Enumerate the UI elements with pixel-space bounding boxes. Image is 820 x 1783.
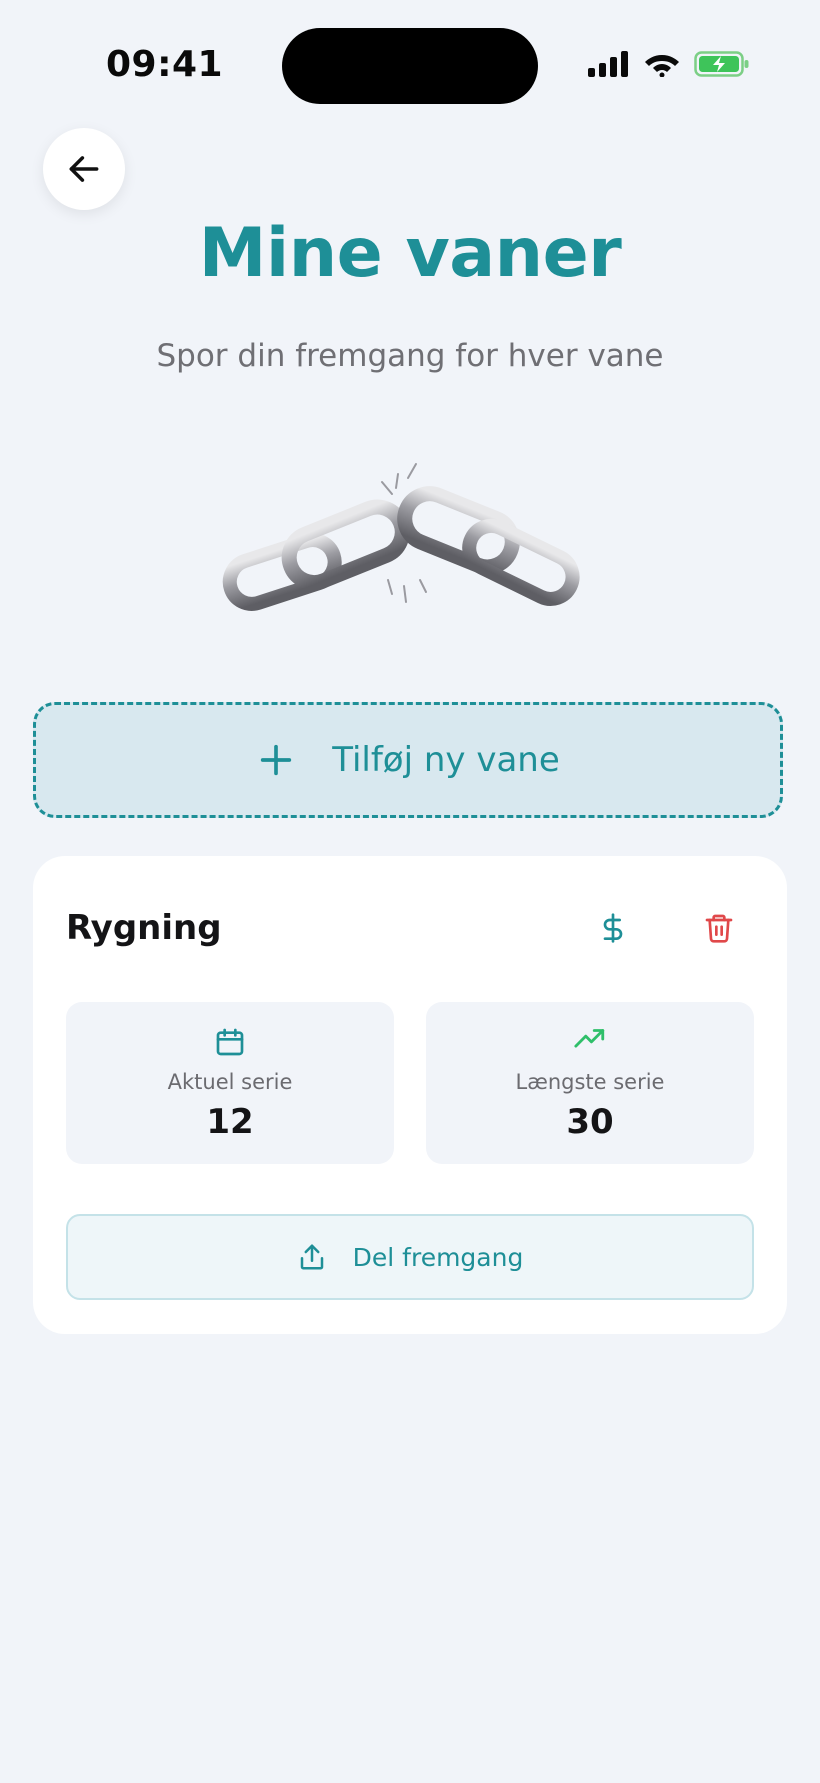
share-progress-label: Del fremgang	[352, 1242, 524, 1272]
page-title: Mine vaner	[198, 214, 622, 293]
trash-icon	[705, 914, 733, 943]
battery-charging-icon	[694, 51, 749, 77]
status-time: 09:41	[106, 44, 224, 85]
add-habit-button[interactable]: Tilføj ny vane	[33, 702, 783, 818]
status-icons	[588, 50, 750, 78]
current-streak-value: 12	[206, 1102, 254, 1142]
savings-button[interactable]	[589, 904, 637, 952]
habit-name: Rygning	[66, 908, 222, 948]
longest-streak-label: Længste serie	[515, 1070, 665, 1094]
back-button[interactable]	[43, 128, 125, 210]
share-progress-button[interactable]: Del fremgang	[66, 1214, 754, 1300]
cellular-signal-icon	[588, 51, 628, 77]
current-streak-box: Aktuel serie 12	[66, 1002, 394, 1164]
dollar-icon	[603, 913, 623, 943]
delete-habit-button[interactable]	[695, 904, 743, 952]
arrow-left-icon	[69, 156, 99, 182]
habit-card: Rygning Aktuel serie 12 Længste serie 30…	[33, 856, 787, 1334]
trending-up-icon	[574, 1029, 605, 1048]
plus-icon	[261, 744, 292, 776]
add-habit-label: Tilføj ny vane	[332, 740, 560, 780]
broken-chain-illustration	[222, 463, 580, 611]
longest-streak-value: 30	[566, 1102, 614, 1142]
current-streak-label: Aktuel serie	[167, 1070, 293, 1094]
dynamic-island	[282, 28, 538, 104]
status-bar: 09:41	[0, 0, 820, 130]
share-icon	[300, 1244, 323, 1270]
longest-streak-box: Længste serie 30	[426, 1002, 754, 1164]
calendar-icon	[216, 1028, 244, 1056]
wifi-icon	[645, 55, 679, 77]
page-subtitle: Spor din fremgang for hver vane	[156, 338, 664, 374]
